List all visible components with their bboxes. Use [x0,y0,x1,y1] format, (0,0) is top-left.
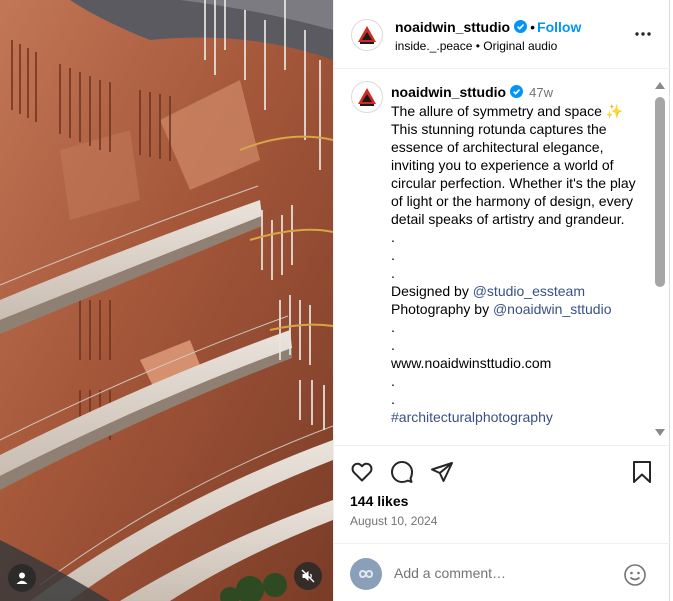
caption-author-username[interactable]: noaidwin_sttudio [391,84,506,100]
heart-icon[interactable] [350,460,374,484]
author-username-link[interactable]: noaidwin_sttudio [395,19,510,35]
post-header: noaidwin_sttudio • Follow inside._.peace •… [334,0,671,69]
post-time-ago[interactable]: 47w [529,85,553,100]
more-options-icon[interactable] [634,27,652,41]
hashtag-link[interactable]: #architecturalphotography [391,408,641,426]
author-username-row: noaidwin_sttudio • Follow [395,19,581,35]
caption-text: noaidwin_sttudio 47w The allure of symmet… [391,83,641,426]
author-avatar[interactable] [351,19,383,51]
infinity-logo-icon [358,570,374,578]
viewer-avatar [350,558,382,590]
caption-scrollbar[interactable] [654,76,666,442]
user-tag-button[interactable] [8,564,36,592]
caption-line: . [391,319,395,335]
likes-count[interactable]: 144 likes [350,493,408,509]
comment-bubble-icon[interactable] [390,460,414,484]
verified-badge-icon [510,85,524,98]
caption-line: Designed by @studio_essteam [391,283,585,299]
post-media[interactable] [0,0,333,601]
scrollbar-thumb[interactable] [655,97,665,287]
sparkles-icon: ✨ [605,103,624,119]
emoji-smile-icon[interactable] [623,563,647,587]
caption-section[interactable]: noaidwin_sttudio 47w The allure of symmet… [334,70,671,446]
caption-line: . [391,373,395,389]
caption-line: . [391,265,395,281]
comment-input[interactable] [394,560,614,586]
caption-line: . [391,337,395,353]
audio-attribution[interactable]: inside._.peace • Original audio [395,39,557,53]
caption-line: The allure of symmetry and space ✨ [391,103,624,119]
muted-speaker-icon [301,569,315,583]
bookmark-icon[interactable] [630,460,654,484]
caption-line: . [391,229,395,245]
follow-separator: • [530,19,536,35]
caption-line: . [391,391,395,407]
studio-logo-icon [358,88,376,106]
rotunda-photo [0,0,333,601]
caption-author-avatar[interactable] [351,81,383,113]
studio-logo-icon [358,26,376,44]
caption-line: . [391,247,395,263]
verified-badge-icon [514,20,528,33]
follow-button[interactable]: Follow [537,19,581,35]
mute-button[interactable] [294,562,322,590]
user-tag-icon [16,572,28,584]
caption-line: Photography by @noaidwin_sttudio [391,301,612,317]
scroll-down-arrow-icon[interactable] [654,428,666,438]
comment-bar [334,543,671,601]
caption-line: www.noaidwinsttudio.com [391,355,552,371]
send-plane-icon[interactable] [430,460,454,484]
post-date[interactable]: August 10, 2024 [350,514,437,528]
caption-line: This stunning rotunda captures the essen… [391,121,636,227]
mention-link-studio[interactable]: @studio_essteam [473,283,585,299]
post-details-panel: noaidwin_sttudio • Follow inside._.peace •… [333,0,671,601]
caption-header: noaidwin_sttudio 47w [391,83,641,102]
post-actions [334,447,671,495]
scroll-up-arrow-icon[interactable] [654,80,666,90]
mention-link-photographer[interactable]: @noaidwin_sttudio [493,301,612,317]
